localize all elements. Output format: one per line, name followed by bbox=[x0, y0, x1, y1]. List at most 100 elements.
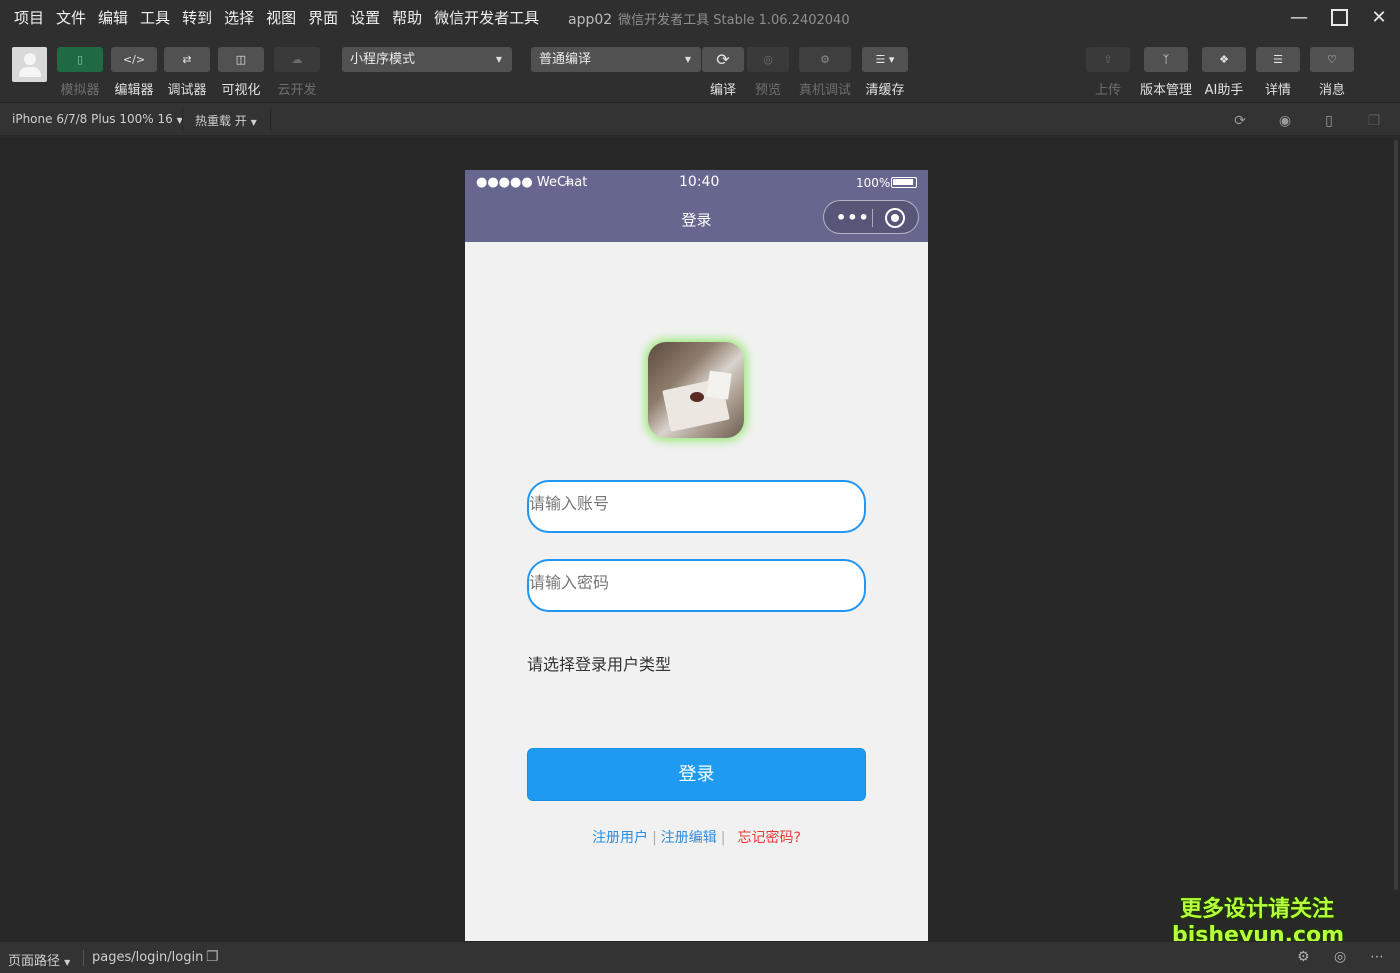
upload-button[interactable]: ⇧ 上传 bbox=[1086, 47, 1130, 98]
menu-project[interactable]: 项目 bbox=[14, 7, 44, 28]
close-miniprogram-icon[interactable] bbox=[885, 208, 905, 228]
menu-select[interactable]: 选择 bbox=[224, 7, 254, 28]
register-user-link[interactable]: 注册用户 bbox=[592, 830, 648, 846]
menu-interface[interactable]: 界面 bbox=[308, 7, 338, 28]
window-icon[interactable]: ❐ bbox=[1365, 112, 1383, 130]
cloud-button[interactable]: ☁ 云开发 bbox=[274, 47, 320, 98]
page-path: pages/login/login bbox=[92, 950, 204, 965]
copy-icon[interactable]: ❐ bbox=[206, 949, 219, 965]
scrollbar[interactable] bbox=[1394, 140, 1398, 890]
register-editor-link[interactable]: 注册编辑 bbox=[661, 830, 717, 846]
login-button[interactable]: 登录 bbox=[527, 748, 866, 801]
upload-icon: ⇧ bbox=[1086, 47, 1130, 72]
password-placeholder: 请输入密码 bbox=[529, 573, 610, 592]
chevron-down-icon: ▼ bbox=[495, 55, 502, 64]
visual-button[interactable]: ◫ 可视化 bbox=[218, 47, 264, 98]
battery-fill bbox=[893, 179, 913, 185]
minimize-icon: — bbox=[1290, 6, 1308, 28]
divider bbox=[182, 109, 183, 131]
phone-icon: ▯ bbox=[57, 47, 103, 72]
refresh-icon: ⟳ bbox=[702, 47, 744, 72]
user-icon bbox=[23, 53, 36, 65]
refresh-icon[interactable]: ⟳ bbox=[1231, 112, 1249, 130]
details-button[interactable]: ☰ 详情 bbox=[1256, 47, 1300, 98]
divider bbox=[270, 109, 271, 131]
eye-icon[interactable]: ◎ bbox=[1334, 949, 1346, 965]
layout-icon: ◫ bbox=[218, 47, 264, 72]
divider bbox=[83, 950, 84, 966]
phone-icon[interactable]: ▯ bbox=[1320, 112, 1338, 130]
mode-select-value: 小程序模式 bbox=[350, 52, 416, 67]
menu-help[interactable]: 帮助 bbox=[392, 7, 422, 28]
simulator-label: 模拟器 bbox=[60, 83, 100, 98]
clear-cache-button[interactable]: ☰ ▾ 清缓存 bbox=[862, 47, 908, 98]
watermark-line1: 更多设计请关注 bbox=[1179, 897, 1334, 922]
debugger-button[interactable]: ⇄ 调试器 bbox=[164, 47, 210, 98]
window-app-name: app02 bbox=[568, 12, 613, 28]
wifi-icon: ≈ bbox=[564, 176, 574, 189]
stop-icon[interactable]: ◉ bbox=[1276, 112, 1294, 130]
editor-button[interactable]: </> 编辑器 bbox=[111, 47, 157, 98]
chevron-down-icon: ▼ bbox=[684, 55, 691, 64]
nav-bar: 登录 ••• bbox=[465, 195, 928, 242]
version-button[interactable]: ᛉ 版本管理 bbox=[1140, 47, 1192, 98]
remote-debug-button[interactable]: ⚙ 真机调试 bbox=[799, 47, 851, 98]
compile-select[interactable]: 普通编译 ▼ bbox=[531, 47, 701, 72]
more-icon[interactable]: ⋯ bbox=[1370, 949, 1384, 965]
close-window-button[interactable]: ✕ bbox=[1359, 4, 1399, 30]
phone-screen: ●●●●● WeChat ≈ 10:40 100% 登录 ••• 请输入账号 请… bbox=[465, 170, 928, 941]
hot-reload-toggle[interactable]: 热重载 开 ▼ bbox=[195, 112, 257, 129]
hot-reload-value: 热重载 开 bbox=[195, 114, 247, 128]
eye-icon: ◎ bbox=[747, 47, 789, 72]
code-icon: </> bbox=[111, 47, 157, 72]
capsule-divider bbox=[872, 209, 873, 227]
page-path-label[interactable]: 页面路径 ▼ bbox=[8, 950, 70, 969]
menu-settings[interactable]: 设置 bbox=[350, 7, 380, 28]
auth-links: 注册用户 | 注册编辑 | 忘记密码? bbox=[465, 827, 928, 847]
menu-goto[interactable]: 转到 bbox=[182, 7, 212, 28]
simulator-button[interactable]: ▯ 模拟器 bbox=[57, 47, 103, 98]
avatar[interactable] bbox=[12, 47, 47, 82]
sliders-icon: ⇄ bbox=[164, 47, 210, 72]
version-label: 版本管理 bbox=[1140, 83, 1193, 98]
preview-button[interactable]: ◎ 预览 bbox=[747, 47, 789, 98]
mode-select[interactable]: 小程序模式 ▼ bbox=[342, 47, 512, 72]
user-icon-body bbox=[18, 67, 41, 77]
compile-button[interactable]: ⟳ 编译 bbox=[702, 47, 744, 98]
layers-icon: ☰ ▾ bbox=[862, 47, 908, 72]
user-type-picker[interactable]: 请选择登录用户类型 bbox=[527, 651, 671, 675]
chevron-down-icon: ▼ bbox=[64, 958, 71, 967]
menu-view[interactable]: 视图 bbox=[266, 7, 296, 28]
device-select-value: iPhone 6/7/8 Plus 100% 16 bbox=[12, 112, 173, 126]
menu-tools[interactable]: 工具 bbox=[140, 7, 170, 28]
ai-button[interactable]: ❖ AI助手 bbox=[1202, 47, 1246, 98]
menu-edit[interactable]: 编辑 bbox=[98, 7, 128, 28]
bug-icon[interactable]: ⚙ bbox=[1297, 949, 1310, 965]
more-icon[interactable]: ••• bbox=[836, 208, 870, 227]
ai-icon: ❖ bbox=[1202, 47, 1246, 72]
account-input[interactable]: 请输入账号 bbox=[527, 480, 866, 533]
clear-cache-label: 清缓存 bbox=[865, 83, 905, 98]
forgot-password-link[interactable]: 忘记密码? bbox=[738, 830, 801, 846]
capsule-menu[interactable]: ••• bbox=[823, 200, 919, 234]
debugger-label: 调试器 bbox=[167, 83, 207, 98]
password-input[interactable]: 请输入密码 bbox=[527, 559, 866, 612]
battery-percent: 100% bbox=[856, 176, 891, 190]
close-icon: ✕ bbox=[1371, 6, 1387, 28]
upload-label: 上传 bbox=[1094, 83, 1121, 98]
toolbar: ▯ 模拟器 </> 编辑器 ⇄ 调试器 ◫ 可视化 ☁ 云开发 小程序模式 ▼ … bbox=[0, 34, 1400, 102]
minimize-button[interactable]: — bbox=[1279, 4, 1319, 30]
logo-note bbox=[706, 370, 732, 400]
menu-file[interactable]: 文件 bbox=[56, 7, 86, 28]
compile-label: 编译 bbox=[709, 83, 736, 98]
device-select[interactable]: iPhone 6/7/8 Plus 100% 16 ▼ bbox=[12, 112, 183, 126]
menu-wechat-devtools[interactable]: 微信开发者工具 bbox=[434, 7, 539, 28]
branch-icon: ᛉ bbox=[1144, 47, 1188, 72]
editor-label: 编辑器 bbox=[114, 83, 154, 98]
messages-button[interactable]: ♡ 消息 bbox=[1310, 47, 1354, 98]
maximize-button[interactable] bbox=[1319, 4, 1359, 30]
compile-select-value: 普通编译 bbox=[539, 52, 592, 67]
messages-label: 消息 bbox=[1318, 83, 1345, 98]
cloud-icon: ☁ bbox=[274, 47, 320, 72]
preview-label: 预览 bbox=[754, 83, 781, 98]
